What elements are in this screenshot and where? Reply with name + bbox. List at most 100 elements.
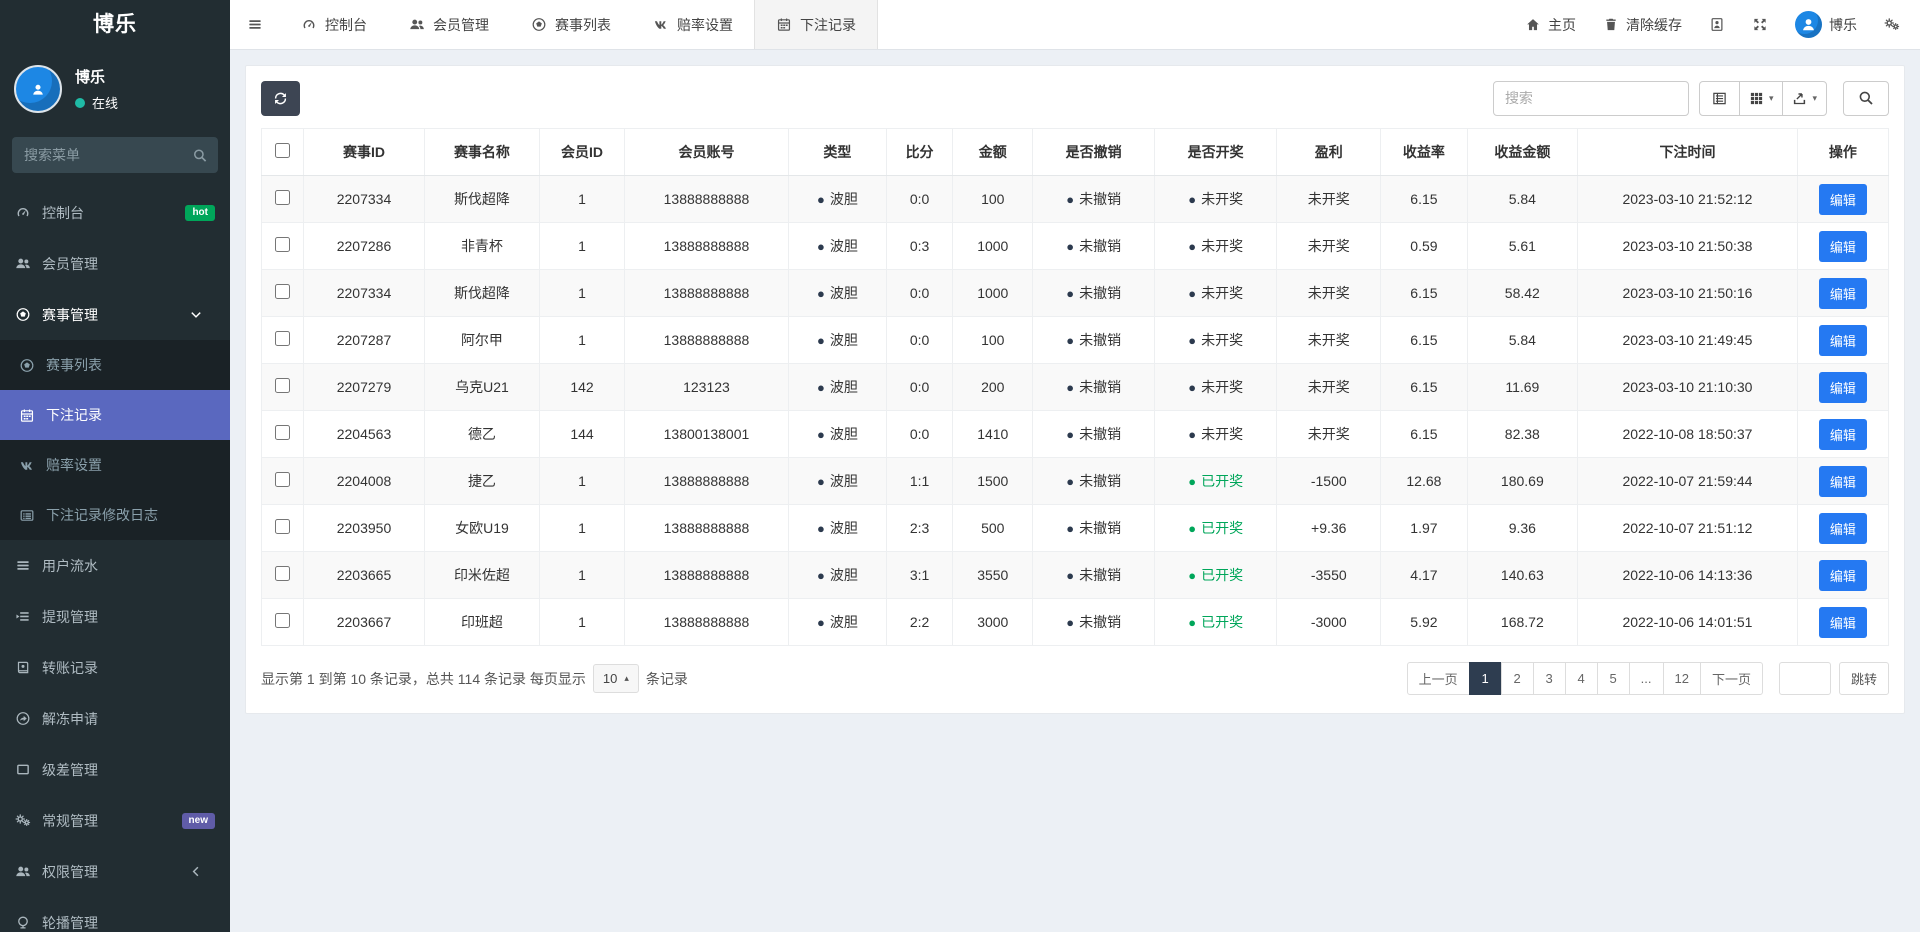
tab-match-list[interactable]: 赛事列表	[510, 0, 632, 49]
row-checkbox[interactable]	[275, 190, 291, 205]
cell-member-id: 1	[539, 316, 625, 364]
navbar-user-menu[interactable]: 博乐	[1795, 11, 1857, 38]
select-all-checkbox[interactable]	[275, 143, 291, 158]
cell-event-name: 德乙	[423, 410, 541, 458]
detail-view-icon	[1712, 91, 1727, 106]
pagination-page-3[interactable]: 3	[1532, 662, 1566, 695]
sidebar-item-console[interactable]: 控制台 hot	[0, 187, 230, 238]
refresh-button[interactable]	[261, 80, 300, 116]
tab-odds-settings[interactable]: 赔率设置	[632, 0, 754, 49]
page-size-select[interactable]: 10 ▴	[592, 664, 639, 693]
futbol-icon	[15, 307, 31, 322]
row-checkbox[interactable]	[275, 378, 291, 393]
home-link[interactable]: 主页	[1525, 15, 1576, 35]
cell-income: 168.72	[1466, 598, 1579, 646]
sidebar-item-permissions[interactable]: 权限管理	[0, 846, 230, 897]
sidebar-item-matches[interactable]: 赛事管理	[0, 289, 230, 340]
row-checkbox[interactable]	[275, 425, 291, 440]
status-dot-icon: ●	[816, 332, 825, 348]
page-jump-input[interactable]	[1778, 662, 1831, 695]
pagination-page-4[interactable]: 4	[1564, 662, 1598, 695]
row-checkbox[interactable]	[275, 284, 291, 299]
cell-actions: 编辑	[1796, 222, 1890, 270]
sidebar-item-carousel[interactable]: 轮播管理	[0, 897, 230, 932]
status-label: 波胆	[829, 332, 858, 348]
pagination-next[interactable]: 下一页	[1699, 662, 1763, 695]
caret-down-icon: ▾	[1812, 92, 1817, 103]
search-icon[interactable]	[182, 148, 218, 163]
edit-button[interactable]: 编辑	[1818, 512, 1867, 544]
sidebar-item-label: 解冻申请	[42, 710, 98, 727]
cell-draw: ● 未开奖	[1154, 222, 1278, 270]
edit-button[interactable]: 编辑	[1818, 465, 1867, 497]
pagination-ellipsis: ...	[1628, 662, 1664, 695]
trash-icon	[1603, 17, 1619, 32]
cell-profit: +9.36	[1276, 504, 1382, 552]
log-button[interactable]	[1709, 17, 1725, 32]
status-type: ● 波胆	[817, 377, 858, 397]
edit-button[interactable]: 编辑	[1818, 277, 1867, 309]
search-button[interactable]	[1843, 80, 1889, 116]
sidebar-item-bet-record-edit-logs[interactable]: 下注记录修改日志	[0, 490, 230, 540]
sidebar-item-label: 权限管理	[42, 863, 98, 880]
sidebar-item-withdrawals[interactable]: 提现管理	[0, 591, 230, 642]
sidebar-item-odds-settings[interactable]: 赔率设置	[0, 440, 230, 490]
hamburger-icon[interactable]	[230, 0, 280, 49]
cell-income: 82.38	[1466, 410, 1579, 458]
row-checkbox[interactable]	[275, 566, 291, 581]
tab-bet-records[interactable]: 下注记录	[754, 0, 878, 49]
pagination-page-1[interactable]: 1	[1468, 662, 1502, 695]
edit-button[interactable]: 编辑	[1818, 371, 1867, 403]
top-navbar: 控制台 会员管理 赛事列表 赔率设置 下注记录 主页 清除缓存 博乐	[230, 0, 1920, 50]
edit-button[interactable]: 编辑	[1818, 606, 1867, 638]
cell-amount: 1410	[952, 410, 1034, 458]
sidebar-item-label: 轮播管理	[42, 914, 98, 931]
pagination-page-2[interactable]: 2	[1500, 662, 1534, 695]
cell-member-account: 123123	[623, 363, 790, 411]
status-label: 未撤销	[1079, 426, 1122, 442]
cell-member-account: 13888888888	[623, 504, 790, 552]
sidebar-item-level-diff[interactable]: 级差管理	[0, 744, 230, 795]
row-checkbox[interactable]	[275, 519, 291, 534]
tab-members[interactable]: 会员管理	[388, 0, 510, 49]
pagination-page-5[interactable]: 5	[1596, 662, 1630, 695]
row-checkbox[interactable]	[275, 472, 291, 487]
status-dot-icon: ●	[1066, 473, 1075, 489]
fullscreen-button[interactable]	[1752, 17, 1768, 32]
row-checkbox[interactable]	[275, 331, 291, 346]
edit-button[interactable]: 编辑	[1818, 183, 1867, 215]
edit-button[interactable]: 编辑	[1818, 230, 1867, 262]
sidebar-item-general[interactable]: 常规管理 new	[0, 795, 230, 846]
sidebar-item-members[interactable]: 会员管理	[0, 238, 230, 289]
clear-cache-link[interactable]: 清除缓存	[1603, 15, 1682, 35]
row-checkbox[interactable]	[275, 237, 291, 252]
pagination-page-12[interactable]: 12	[1662, 662, 1701, 695]
row-checkbox[interactable]	[275, 613, 291, 628]
sidebar-item-user-flow[interactable]: 用户流水	[0, 540, 230, 591]
table-row: 2204008 捷乙 1 13888888888 ● 波胆 1:1 1500 ● 未撤销 ● 已开奖 -…	[260, 457, 1890, 505]
sidebar-item-bet-records[interactable]: 下注记录	[0, 390, 230, 440]
edit-button[interactable]: 编辑	[1818, 559, 1867, 591]
table-search-input[interactable]	[1492, 80, 1689, 116]
tab-console[interactable]: 控制台	[280, 0, 388, 49]
cell-event-id: 2203665	[303, 551, 425, 599]
sidebar-item-match-list[interactable]: 赛事列表	[0, 340, 230, 390]
cell-revoke: ● 未撤销	[1032, 598, 1156, 646]
tab-label: 下注记录	[800, 16, 856, 33]
edit-button[interactable]: 编辑	[1818, 418, 1867, 450]
pagination-prev[interactable]: 上一页	[1406, 662, 1470, 695]
share-icon	[15, 711, 31, 726]
cell-income: 5.84	[1466, 316, 1579, 364]
table-row: 2207334 斯伐超降 1 13888888888 ● 波胆 0:0 1000 ● 未撤销 ● 未开…	[260, 269, 1890, 317]
settings-button[interactable]	[1884, 17, 1900, 32]
edit-button[interactable]: 编辑	[1818, 324, 1867, 356]
sidebar-search-input[interactable]	[12, 137, 182, 173]
page-jump-button[interactable]: 跳转	[1838, 662, 1889, 695]
sidebar-item-unfreeze-requests[interactable]: 解冻申请	[0, 693, 230, 744]
content: ▾ ▾ 赛事ID赛事名称会员ID会员账号类型比分金额是否撤销是否开奖盈利收益率收…	[230, 50, 1920, 932]
sidebar-item-transfer-records[interactable]: 转账记录	[0, 642, 230, 693]
status-type: ● 波胆	[817, 330, 858, 350]
export-button[interactable]: ▾	[1782, 80, 1827, 116]
detail-view-button[interactable]	[1698, 80, 1740, 116]
columns-button[interactable]: ▾	[1738, 80, 1784, 116]
